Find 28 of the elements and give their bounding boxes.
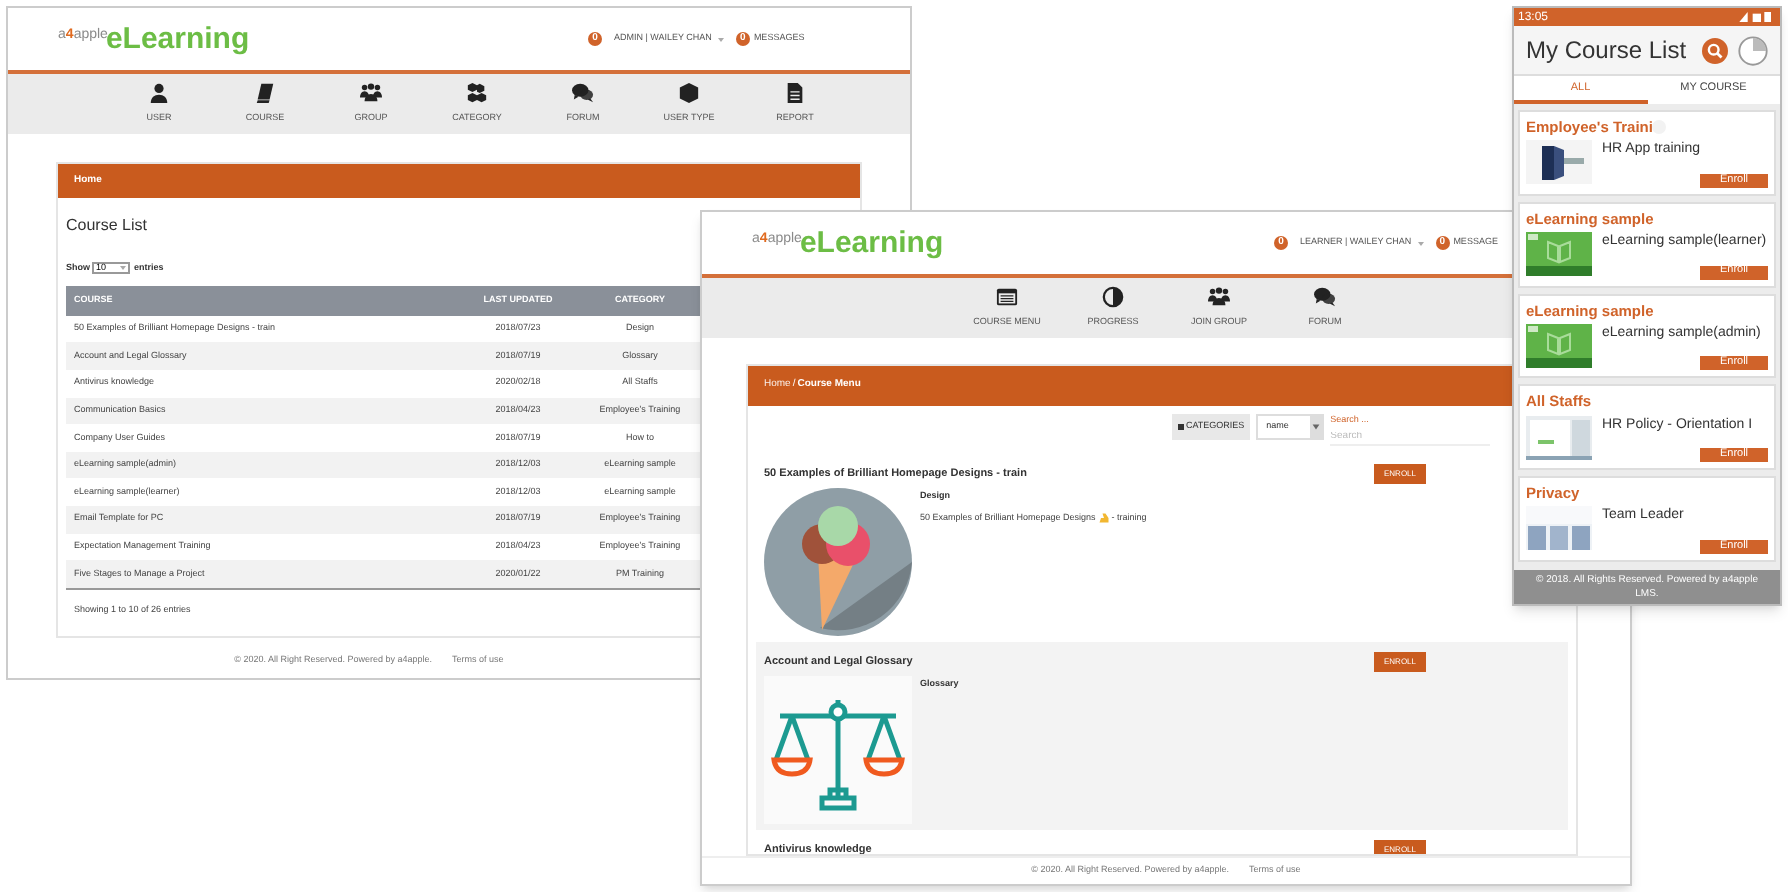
caret-icon bbox=[1310, 416, 1323, 438]
caret-icon bbox=[717, 37, 724, 41]
user-icon bbox=[148, 82, 170, 105]
people-icon bbox=[1208, 286, 1230, 309]
caret-icon bbox=[1417, 241, 1424, 245]
book-drawing bbox=[1526, 323, 1592, 368]
door-drawing bbox=[1526, 140, 1592, 185]
chat-icon bbox=[572, 82, 594, 105]
chat-icon bbox=[1314, 286, 1336, 309]
half-circle-icon bbox=[1102, 286, 1124, 309]
window-icon bbox=[996, 286, 1018, 309]
app-title: My Course List bbox=[1526, 34, 1687, 68]
list-icon bbox=[1178, 424, 1184, 430]
search-icon[interactable] bbox=[1702, 37, 1728, 63]
avatar-icon[interactable] bbox=[1738, 35, 1768, 65]
product-name: eLearning bbox=[799, 228, 944, 258]
signal-battery-icon bbox=[1736, 12, 1776, 22]
panel-title: Course List bbox=[66, 214, 147, 238]
screen-drawing bbox=[1526, 415, 1592, 459]
book-icon bbox=[254, 82, 276, 105]
cube-icon bbox=[678, 82, 700, 105]
product-name: eLearning bbox=[105, 24, 250, 54]
people-icon bbox=[360, 82, 382, 105]
caret-icon bbox=[120, 266, 126, 271]
cubes-icon bbox=[466, 82, 488, 105]
document-icon bbox=[784, 82, 806, 105]
pattern-drawing bbox=[1526, 506, 1592, 551]
book-drawing bbox=[1526, 232, 1592, 276]
